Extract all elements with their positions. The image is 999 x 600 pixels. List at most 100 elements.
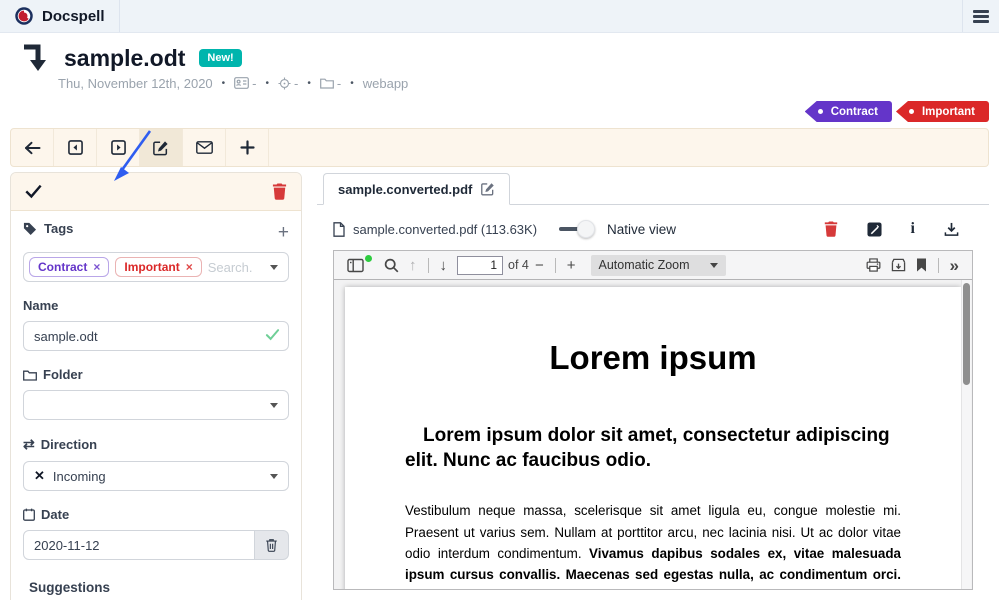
date-input[interactable]: [23, 530, 255, 560]
pdf-page-input[interactable]: [457, 256, 503, 275]
arrow-left-icon: [24, 141, 41, 155]
bullet-separator: •: [266, 78, 270, 89]
edit-button[interactable]: [140, 129, 183, 166]
item-date: Thu, November 12th, 2020: [58, 76, 213, 91]
download-attachment-button[interactable]: [944, 222, 959, 237]
back-button[interactable]: [11, 129, 54, 166]
concerning-meta: -: [278, 76, 298, 91]
toggle-knob: [577, 220, 595, 238]
main-panel: sample.converted.pdf sample.converted.pd…: [317, 172, 989, 590]
info-button[interactable]: i: [911, 221, 915, 237]
pdf-zoom-select[interactable]: Automatic Zoom: [591, 255, 726, 276]
document-subtitle: Lorem ipsum dolor sit amet, consectetur …: [405, 423, 901, 473]
pdf-save-button[interactable]: [886, 258, 911, 272]
saved-check-icon: [265, 328, 280, 341]
document-title: Lorem ipsum: [405, 339, 901, 377]
direction-select[interactable]: ✕ Incoming: [23, 461, 289, 491]
pdf-more-tools-button[interactable]: »: [945, 257, 964, 274]
prev-item-button[interactable]: [54, 129, 97, 166]
pdf-bookmark-button[interactable]: [911, 258, 932, 272]
tags-multiselect[interactable]: Contract × Important × Search.: [23, 252, 289, 282]
tag-ribbons: Contract Important: [10, 101, 989, 122]
rename-attachment-icon[interactable]: [481, 182, 495, 196]
native-view-toggle[interactable]: [559, 220, 595, 238]
tag-ribbon-contract[interactable]: Contract: [805, 101, 892, 122]
pdf-search-button[interactable]: [379, 258, 404, 273]
pdf-scrollbar-thumb[interactable]: [963, 283, 970, 385]
status-dot: [365, 255, 372, 262]
menu-button[interactable]: [962, 0, 999, 32]
next-item-button[interactable]: [97, 129, 140, 166]
direction-select-value: Incoming: [53, 469, 106, 484]
brand-link[interactable]: Docspell: [0, 0, 120, 32]
folder-select[interactable]: [23, 390, 289, 420]
tags-icon: [23, 222, 38, 235]
folder-icon: [23, 369, 37, 381]
folder-label: Folder: [23, 367, 289, 382]
correspondent-meta: -: [234, 76, 256, 91]
chevron-down-icon: [270, 474, 278, 479]
pdf-body: Lorem ipsum Lorem ipsum dolor sit amet, …: [334, 280, 972, 589]
file-icon: [333, 222, 345, 237]
toolbar-spacer: [269, 129, 988, 166]
pdf-zoom-in-button[interactable]: +: [562, 257, 581, 274]
clear-date-button[interactable]: [255, 530, 289, 560]
clear-direction-icon[interactable]: ✕: [34, 468, 45, 484]
name-input[interactable]: [23, 321, 289, 351]
navbar: Docspell: [0, 0, 999, 33]
pdf-page-down-button[interactable]: ↓: [435, 258, 453, 273]
edit-attachment-button[interactable]: [867, 222, 882, 237]
edit-sidebar: Tags + Contract × Important × Search.: [10, 172, 302, 600]
pdf-sidebar-toggle-button[interactable]: [342, 258, 369, 273]
content: Tags + Contract × Important × Search.: [10, 172, 989, 600]
toolbar-divider: [555, 258, 556, 273]
delete-item-button[interactable]: [272, 183, 287, 200]
tag-chip-contract[interactable]: Contract ×: [29, 257, 109, 277]
level-down-arrow-icon: [18, 41, 50, 75]
name-input-wrap: [23, 321, 289, 351]
tag-chip-important[interactable]: Important ×: [115, 257, 201, 277]
correspondent-value: -: [252, 76, 256, 91]
pdf-zoom-out-button[interactable]: −: [530, 257, 549, 274]
remove-tag-icon[interactable]: ×: [93, 260, 100, 274]
add-button[interactable]: [226, 129, 269, 166]
brand-name: Docspell: [42, 8, 105, 25]
date-input-group: [23, 530, 289, 560]
document-paragraph: Vestibulum neque massa, scelerisque sit …: [405, 500, 901, 589]
item-header: sample.odt New!: [18, 41, 989, 75]
navbar-spacer: [120, 0, 962, 32]
tab-sample-converted-pdf[interactable]: sample.converted.pdf: [323, 173, 510, 205]
delete-attachment-button[interactable]: [824, 221, 838, 237]
folder-meta: -: [320, 76, 341, 91]
remove-tag-icon[interactable]: ×: [186, 260, 193, 274]
pdf-page: Lorem ipsum Lorem ipsum dolor sit amet, …: [345, 287, 961, 589]
date-label: Date: [23, 507, 289, 522]
mail-button[interactable]: [183, 129, 226, 166]
pdf-page-count: of 4: [508, 258, 529, 272]
pdf-scrollbar[interactable]: [961, 280, 971, 589]
attachment-filename: sample.converted.pdf (113.63K): [353, 222, 537, 237]
item-toolbar: [10, 128, 989, 167]
sidebar-header: [11, 173, 301, 211]
pdf-print-button[interactable]: [861, 258, 886, 272]
sidebar-body: Tags + Contract × Important × Search.: [11, 211, 301, 600]
pdf-zoom-value: Automatic Zoom: [599, 258, 690, 272]
tag-chip-label: Contract: [38, 260, 87, 274]
tab-label: sample.converted.pdf: [338, 182, 472, 197]
tag-ribbon-important[interactable]: Important: [896, 101, 989, 122]
chevron-down-icon[interactable]: [270, 265, 278, 270]
tags-section-header: Tags +: [23, 221, 289, 244]
attachment-actions: i: [824, 221, 973, 237]
suggestions-heading: Suggestions: [29, 580, 289, 595]
chevron-down-icon: [710, 263, 718, 268]
item-meta: Thu, November 12th, 2020 • - • - • - • w…: [58, 75, 989, 91]
caret-square-left-icon: [68, 140, 83, 155]
plus-icon: [240, 140, 255, 155]
confirm-button[interactable]: [25, 184, 42, 199]
pdf-page-up-button[interactable]: ↑: [404, 258, 422, 273]
bullet-separator: •: [222, 78, 226, 89]
attachment-info-row: sample.converted.pdf (113.63K) Native vi…: [317, 205, 989, 250]
bullet-separator: •: [307, 78, 311, 89]
pdf-viewer: ↑ ↓ of 4 − + Automatic Zoom: [333, 250, 973, 590]
add-tag-button[interactable]: +: [278, 223, 289, 242]
